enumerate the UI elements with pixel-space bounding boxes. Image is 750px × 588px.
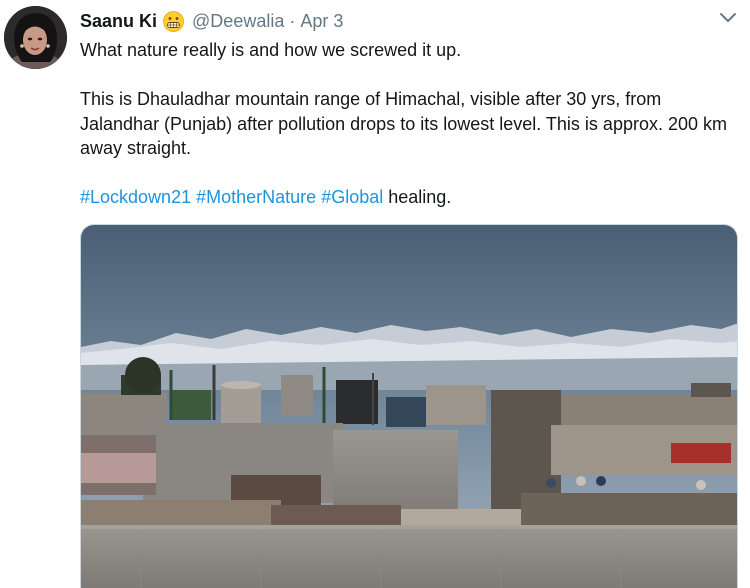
tweet[interactable]: Saanu Ki @Deewalia · Apr 3 What nature r… <box>0 0 750 588</box>
author-handle[interactable]: @Deewalia <box>192 11 284 32</box>
tweet-text: What nature really is and how we screwed… <box>80 38 730 210</box>
trailing-text: healing. <box>388 187 452 207</box>
hashtag-lockdown21[interactable]: #Lockdown21 <box>80 187 191 207</box>
tweet-photo[interactable] <box>80 224 738 588</box>
grimacing-face-emoji-icon <box>163 10 184 32</box>
hashtag-mothernature[interactable]: #MotherNature <box>196 187 316 207</box>
chevron-down-icon[interactable] <box>719 12 737 24</box>
tweet-header: Saanu Ki @Deewalia · Apr 3 <box>80 9 343 33</box>
avatar[interactable] <box>4 6 67 69</box>
hashtag-global[interactable]: #Global <box>321 187 383 207</box>
author-name[interactable]: Saanu Ki <box>80 11 157 32</box>
separator-dot: · <box>289 10 296 31</box>
hashtag-line: #Lockdown21 #MotherNature #Global healin… <box>80 185 730 210</box>
photo-mountains-over-rooftops <box>81 225 737 588</box>
tweet-line-1: What nature really is and how we screwed… <box>80 40 462 60</box>
tweet-line-2: This is Dhauladhar mountain range of Him… <box>80 89 727 158</box>
tweet-date[interactable]: Apr 3 <box>300 11 343 32</box>
